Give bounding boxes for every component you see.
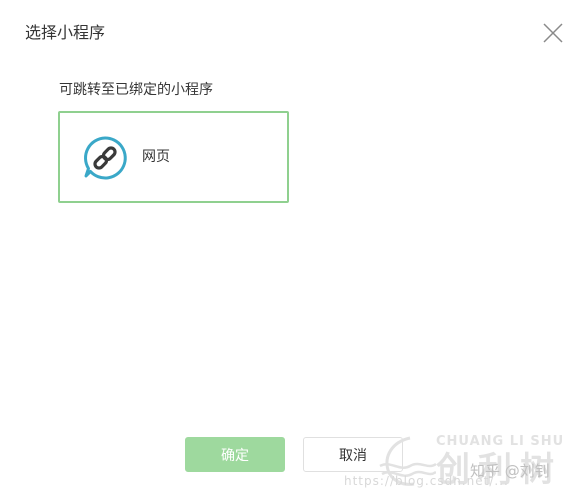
watermark-url: https://blog.csdn.net/...	[344, 474, 509, 488]
select-mini-program-dialog: 选择小程序 可跳转至已绑定的小程序 网页 确定 取消 CHUANG LI SHU…	[0, 0, 586, 498]
watermark-brand-en: CHUANG LI SHU	[436, 434, 565, 449]
watermark: CHUANG LI SHU 创利树 知乎 @刘钊 https://blog.cs…	[344, 428, 586, 498]
link-chat-icon	[82, 135, 128, 181]
close-button[interactable]	[540, 20, 566, 46]
confirm-button[interactable]: 确定	[185, 437, 285, 472]
section-label: 可跳转至已绑定的小程序	[59, 82, 213, 98]
watermark-brand-cn: 创利树	[436, 450, 562, 490]
mini-program-name: 网页	[142, 149, 170, 165]
watermark-overlay: 知乎 @刘钊	[470, 462, 550, 480]
cancel-button[interactable]: 取消	[303, 437, 403, 472]
mini-program-card-webpage[interactable]: 网页	[58, 111, 289, 203]
close-icon	[543, 23, 563, 43]
dialog-title: 选择小程序	[25, 23, 106, 42]
